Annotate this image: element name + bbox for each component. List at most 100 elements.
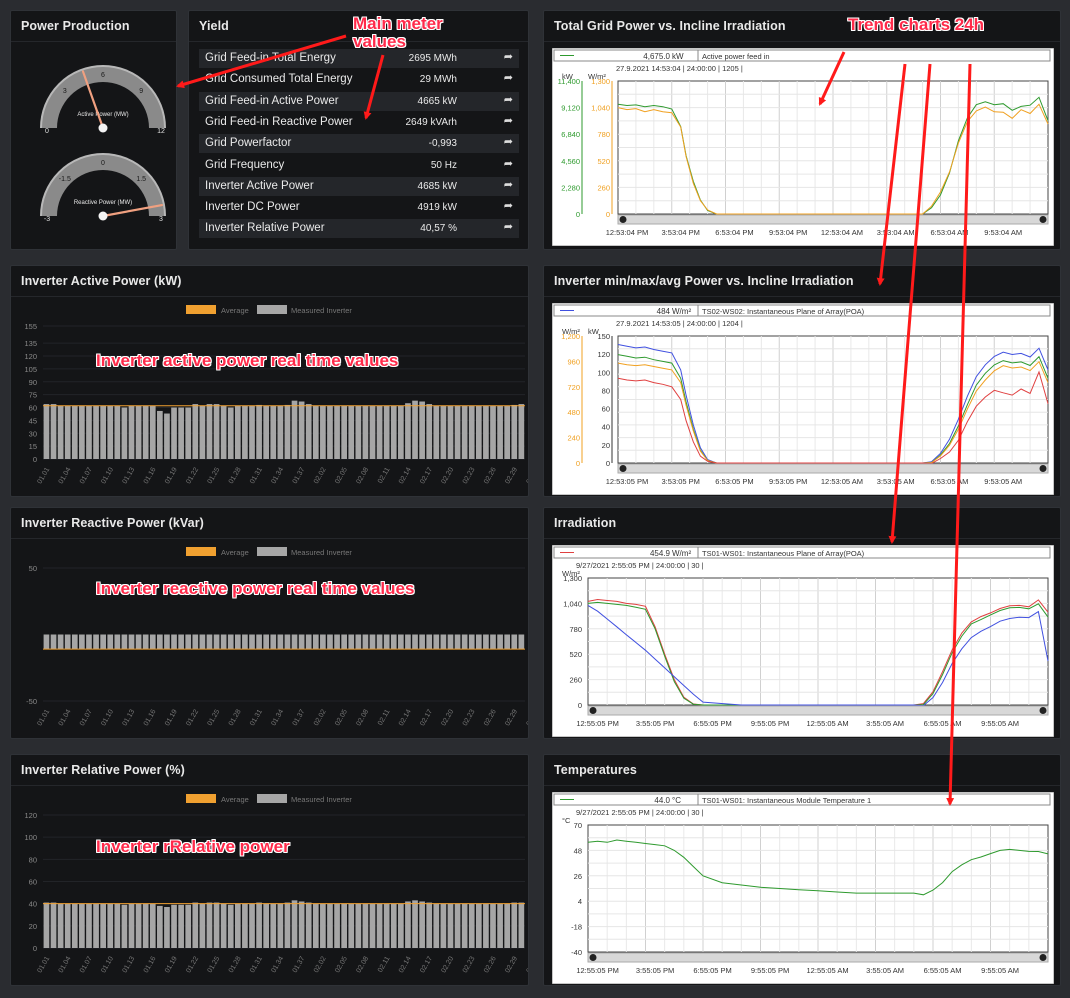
bar bbox=[213, 404, 220, 459]
bar bbox=[412, 900, 418, 948]
y-tick-label: 100 bbox=[24, 833, 37, 842]
y-tick-label: 1,040 bbox=[563, 599, 582, 608]
annotation-relative: Inverter rRelative power bbox=[96, 837, 290, 856]
yield-row-value: 40,57 % bbox=[420, 223, 457, 235]
x-tick-label: 02.23 bbox=[462, 955, 477, 974]
gauge-tick-label: 9 bbox=[139, 88, 143, 95]
x-tick-label: 12:53:05 PM bbox=[606, 477, 649, 486]
bar bbox=[192, 634, 199, 650]
bar bbox=[412, 400, 418, 459]
y-tick-label: 20 bbox=[602, 441, 610, 450]
gauge-tick-label: 3 bbox=[63, 88, 67, 95]
legend-swatch-average bbox=[186, 547, 216, 556]
temperatures-trend-chart[interactable]: 44.0 °C TS01-WS01: Instantaneous Module Te… bbox=[552, 792, 1054, 984]
bar bbox=[440, 405, 447, 459]
share-arrow-icon[interactable]: ➦ bbox=[504, 178, 513, 191]
bar bbox=[497, 634, 503, 650]
bar bbox=[490, 903, 496, 948]
legend-label-measured: Measured Inverter bbox=[291, 795, 352, 804]
bar bbox=[128, 634, 135, 650]
x-tick-label: 3:53:04 PM bbox=[662, 228, 700, 237]
share-arrow-icon[interactable]: ➦ bbox=[504, 135, 513, 148]
x-tick-label: 02.02 bbox=[313, 466, 328, 485]
bar bbox=[157, 410, 163, 459]
x-tick-label: 01.01 bbox=[36, 955, 51, 974]
annotation-main-meter: Main meter values bbox=[353, 14, 443, 51]
x-tick-label: 01.25 bbox=[207, 955, 222, 974]
x-tick-label: 3:55:05 AM bbox=[866, 719, 904, 728]
x-tick-label: 01.01 bbox=[36, 708, 51, 727]
bar bbox=[440, 634, 447, 650]
bar bbox=[249, 405, 255, 459]
bar bbox=[114, 903, 121, 948]
bar bbox=[426, 404, 433, 459]
x-tick-label: 01.10 bbox=[100, 708, 115, 727]
scrollbar-track bbox=[587, 705, 1049, 716]
bar bbox=[398, 903, 404, 948]
x-tick-label: 02.08 bbox=[355, 955, 370, 974]
bar bbox=[426, 902, 433, 948]
x-tick-label: 02.05 bbox=[334, 708, 349, 727]
y-tick-label: 1,040 bbox=[591, 104, 610, 113]
bar bbox=[483, 405, 489, 459]
bar bbox=[227, 407, 234, 459]
y-tick-label: 0 bbox=[33, 944, 37, 953]
x-tick-label: 6:53:05 AM bbox=[930, 477, 968, 486]
bar bbox=[305, 404, 312, 459]
bar bbox=[171, 634, 177, 650]
share-arrow-icon[interactable]: ➦ bbox=[504, 93, 513, 106]
annotation-reactive-rt: Inverter reactive power real time values bbox=[96, 579, 415, 598]
gauge-active-power-label: Active Power (MW) bbox=[77, 112, 128, 118]
bar bbox=[398, 634, 404, 650]
gauge-hub bbox=[98, 211, 108, 221]
x-tick-label: 6:55:05 PM bbox=[693, 966, 731, 975]
legend-label-average: Average bbox=[221, 306, 249, 315]
inverter-minmaxavg-trend-chart[interactable]: 484 W/m² TS02-WS02: Instantaneous Plane of… bbox=[552, 303, 1054, 495]
bar bbox=[390, 634, 397, 650]
bar bbox=[43, 404, 50, 459]
share-arrow-icon[interactable]: ➦ bbox=[504, 114, 513, 127]
bar bbox=[242, 634, 248, 650]
x-tick-label: 01.28 bbox=[228, 955, 243, 974]
share-arrow-icon[interactable]: ➦ bbox=[504, 71, 513, 84]
bar bbox=[263, 634, 270, 650]
x-tick-label: 9:53:04 AM bbox=[984, 228, 1022, 237]
bar bbox=[135, 903, 142, 948]
x-tick-label: 02.26 bbox=[483, 955, 498, 974]
share-arrow-icon[interactable]: ➦ bbox=[504, 157, 513, 170]
bar bbox=[383, 634, 390, 650]
bar bbox=[461, 903, 468, 948]
y-tick-label: 26 bbox=[574, 872, 582, 881]
bar bbox=[497, 405, 503, 459]
share-arrow-icon[interactable]: ➦ bbox=[504, 220, 513, 233]
bar bbox=[234, 903, 241, 948]
yield-row: Grid Feed-in Active Power 4665 kW ➦ bbox=[199, 91, 519, 111]
x-tick-label: 02.17 bbox=[419, 955, 434, 974]
x-tick-label: 12:55:05 AM bbox=[807, 966, 849, 975]
y-tick-label: 120 bbox=[24, 352, 37, 361]
bar bbox=[454, 634, 461, 650]
y-tick-label: 780 bbox=[569, 625, 582, 634]
x-tick-label: 02.08 bbox=[355, 466, 370, 485]
bar bbox=[475, 634, 482, 650]
x-tick-label: 01.13 bbox=[122, 955, 137, 974]
bar bbox=[50, 902, 57, 948]
bar bbox=[121, 904, 128, 948]
x-tick-label: 01.16 bbox=[143, 708, 158, 727]
share-arrow-icon[interactable]: ➦ bbox=[504, 199, 513, 212]
x-tick-label: 02.11 bbox=[377, 955, 392, 973]
bar bbox=[220, 903, 227, 948]
total-grid-power-trend-chart[interactable]: 4,675.0 kW Active power feed in 27.9.2021 1… bbox=[552, 48, 1054, 246]
x-tick-label: 02.29 bbox=[504, 708, 519, 727]
trend-info: 27.9.2021 14:53:05 | 24:00:00 | 1204 | bbox=[616, 319, 743, 328]
irradiation-trend-chart[interactable]: 454.9 W/m² TS01-WS01: Instantaneous Plane … bbox=[552, 545, 1054, 737]
scrollbar-track bbox=[617, 463, 1049, 474]
share-arrow-icon[interactable]: ➦ bbox=[504, 50, 513, 63]
bar bbox=[171, 407, 177, 459]
bar bbox=[320, 634, 326, 650]
bar bbox=[511, 404, 518, 459]
x-tick-label: 01.22 bbox=[185, 466, 200, 485]
inverter-relative-power-panel: Inverter Relative Power (%) Average Measu… bbox=[10, 754, 529, 986]
bar bbox=[312, 634, 319, 650]
bar bbox=[249, 903, 255, 948]
